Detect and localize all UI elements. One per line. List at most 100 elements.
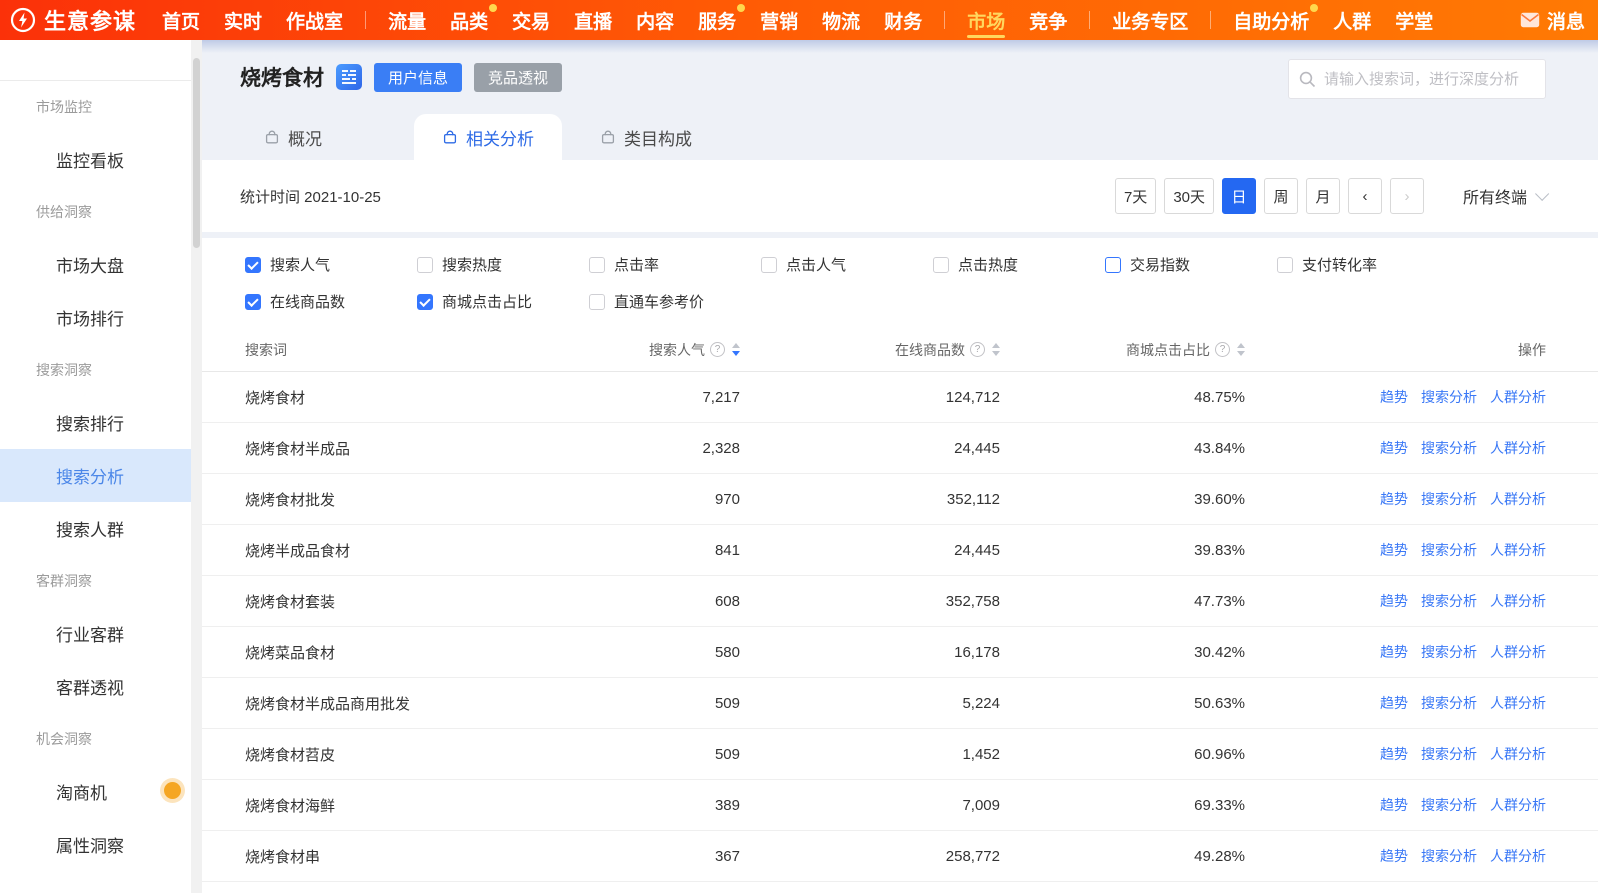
action-link-趋势[interactable]: 趋势 (1380, 693, 1408, 713)
filter-搜索人气[interactable]: 搜索人气 (245, 254, 417, 275)
filter-点击热度[interactable]: 点击热度 (933, 254, 1105, 275)
filter-商城点击占比[interactable]: 商城点击占比 (417, 291, 589, 312)
checkbox-icon[interactable] (761, 256, 777, 273)
action-link-趋势[interactable]: 趋势 (1380, 795, 1408, 815)
nav-item-实时[interactable]: 实时 (212, 0, 274, 40)
period-button-7天[interactable]: 7天 (1114, 178, 1157, 214)
nav-item-自助分析[interactable]: 自助分析 (1221, 0, 1321, 40)
nav-item-内容[interactable]: 内容 (624, 0, 686, 40)
checkbox-icon[interactable] (589, 256, 605, 273)
column-header-在线商品数[interactable]: 在线商品数? (740, 340, 1000, 360)
sidebar-item-搜索分析[interactable]: 搜索分析 (0, 449, 191, 502)
filter-支付转化率[interactable]: 支付转化率 (1277, 254, 1449, 275)
action-link-搜索分析[interactable]: 搜索分析 (1421, 591, 1477, 611)
help-icon[interactable]: ? (970, 342, 985, 357)
checkbox-icon[interactable] (1277, 256, 1293, 273)
period-button-日[interactable]: 日 (1222, 178, 1256, 214)
sidebar-item-市场大盘[interactable]: 市场大盘 (0, 238, 191, 291)
sidebar-scrollbar[interactable] (191, 40, 202, 893)
checkbox-icon[interactable] (1105, 256, 1121, 273)
nav-item-作战室[interactable]: 作战室 (274, 0, 355, 40)
action-link-人群分析[interactable]: 人群分析 (1490, 489, 1546, 509)
tab-相关分析[interactable]: 相关分析 (414, 114, 562, 160)
sort-asc-icon[interactable] (992, 343, 1000, 348)
terminal-select[interactable]: 所有终端 (1463, 160, 1550, 232)
nav-item-营销[interactable]: 营销 (748, 0, 810, 40)
action-link-趋势[interactable]: 趋势 (1380, 387, 1408, 407)
filter-在线商品数[interactable]: 在线商品数 (245, 291, 417, 312)
search-input[interactable] (1324, 70, 1535, 88)
nav-item-直播[interactable]: 直播 (562, 0, 624, 40)
action-link-搜索分析[interactable]: 搜索分析 (1421, 846, 1477, 866)
nav-item-首页[interactable]: 首页 (150, 0, 212, 40)
tab-概况[interactable]: 概况 (264, 114, 322, 160)
filter-直通车参考价[interactable]: 直通车参考价 (589, 291, 761, 312)
sidebar-item-监控看板[interactable]: 监控看板 (0, 133, 191, 186)
action-link-搜索分析[interactable]: 搜索分析 (1421, 744, 1477, 764)
action-link-人群分析[interactable]: 人群分析 (1490, 438, 1546, 458)
checkbox-icon[interactable] (589, 293, 605, 310)
action-link-人群分析[interactable]: 人群分析 (1490, 591, 1546, 611)
nav-item-服务[interactable]: 服务 (686, 0, 748, 40)
sort-control[interactable] (1237, 343, 1245, 356)
filter-交易指数[interactable]: 交易指数 (1105, 254, 1277, 275)
sort-desc-icon[interactable] (732, 351, 740, 356)
filter-搜索热度[interactable]: 搜索热度 (417, 254, 589, 275)
sidebar-item-市场排行[interactable]: 市场排行 (0, 291, 191, 344)
prev-page-button[interactable]: ‹ (1348, 178, 1382, 214)
action-link-人群分析[interactable]: 人群分析 (1490, 744, 1546, 764)
nav-item-物流[interactable]: 物流 (810, 0, 872, 40)
competitor-view-button[interactable]: 竞品透视 (474, 62, 563, 92)
sidebar-item-搜索人群[interactable]: 搜索人群 (0, 502, 191, 555)
action-link-搜索分析[interactable]: 搜索分析 (1421, 387, 1477, 407)
action-link-趋势[interactable]: 趋势 (1380, 744, 1408, 764)
sidebar-item-搜索排行[interactable]: 搜索排行 (0, 396, 191, 449)
action-link-人群分析[interactable]: 人群分析 (1490, 795, 1546, 815)
action-link-搜索分析[interactable]: 搜索分析 (1421, 540, 1477, 560)
action-link-搜索分析[interactable]: 搜索分析 (1421, 795, 1477, 815)
action-link-搜索分析[interactable]: 搜索分析 (1421, 642, 1477, 662)
sidebar-item-客群透视[interactable]: 客群透视 (0, 660, 191, 713)
period-button-30天[interactable]: 30天 (1164, 178, 1214, 214)
nav-item-人群[interactable]: 人群 (1321, 0, 1383, 40)
action-link-趋势[interactable]: 趋势 (1380, 642, 1408, 662)
checkbox-icon[interactable] (417, 256, 433, 273)
action-link-趋势[interactable]: 趋势 (1380, 540, 1408, 560)
help-icon[interactable]: ? (710, 342, 725, 357)
filter-点击率[interactable]: 点击率 (589, 254, 761, 275)
action-link-搜索分析[interactable]: 搜索分析 (1421, 438, 1477, 458)
checkbox-checked-icon[interactable] (417, 293, 433, 310)
action-link-人群分析[interactable]: 人群分析 (1490, 846, 1546, 866)
period-button-周[interactable]: 周 (1264, 178, 1298, 214)
checkbox-checked-icon[interactable] (245, 256, 261, 273)
nav-item-业务专区[interactable]: 业务专区 (1100, 0, 1200, 40)
action-link-趋势[interactable]: 趋势 (1380, 438, 1408, 458)
user-info-button[interactable]: 用户信息 (374, 62, 463, 92)
keyword-badge-icon[interactable] (336, 64, 362, 90)
nav-item-流量[interactable]: 流量 (376, 0, 438, 40)
column-header-商城点击占比[interactable]: 商城点击占比? (1000, 340, 1245, 360)
nav-item-品类[interactable]: 品类 (438, 0, 500, 40)
action-link-搜索分析[interactable]: 搜索分析 (1421, 693, 1477, 713)
sidebar-scrollbar-thumb[interactable] (193, 58, 200, 248)
sort-control[interactable] (732, 343, 740, 356)
action-link-人群分析[interactable]: 人群分析 (1490, 693, 1546, 713)
sidebar-item-淘商机[interactable]: 淘商机 (0, 765, 191, 818)
column-header-搜索人气[interactable]: 搜索人气? (500, 340, 740, 360)
action-link-趋势[interactable]: 趋势 (1380, 846, 1408, 866)
sidebar-item-行业客群[interactable]: 行业客群 (0, 607, 191, 660)
period-button-月[interactable]: 月 (1306, 178, 1340, 214)
nav-item-市场[interactable]: 市场 (955, 0, 1017, 40)
sidebar-item-属性洞察[interactable]: 属性洞察 (0, 818, 191, 871)
nav-message[interactable]: 消息 (1520, 0, 1585, 40)
sort-control[interactable] (992, 343, 1000, 356)
sort-desc-icon[interactable] (1237, 351, 1245, 356)
checkbox-checked-icon[interactable] (245, 293, 261, 310)
nav-item-竞争[interactable]: 竞争 (1017, 0, 1079, 40)
action-link-趋势[interactable]: 趋势 (1380, 489, 1408, 509)
nav-item-交易[interactable]: 交易 (500, 0, 562, 40)
action-link-趋势[interactable]: 趋势 (1380, 591, 1408, 611)
tab-类目构成[interactable]: 类目构成 (600, 114, 692, 160)
nav-item-财务[interactable]: 财务 (872, 0, 934, 40)
action-link-搜索分析[interactable]: 搜索分析 (1421, 489, 1477, 509)
